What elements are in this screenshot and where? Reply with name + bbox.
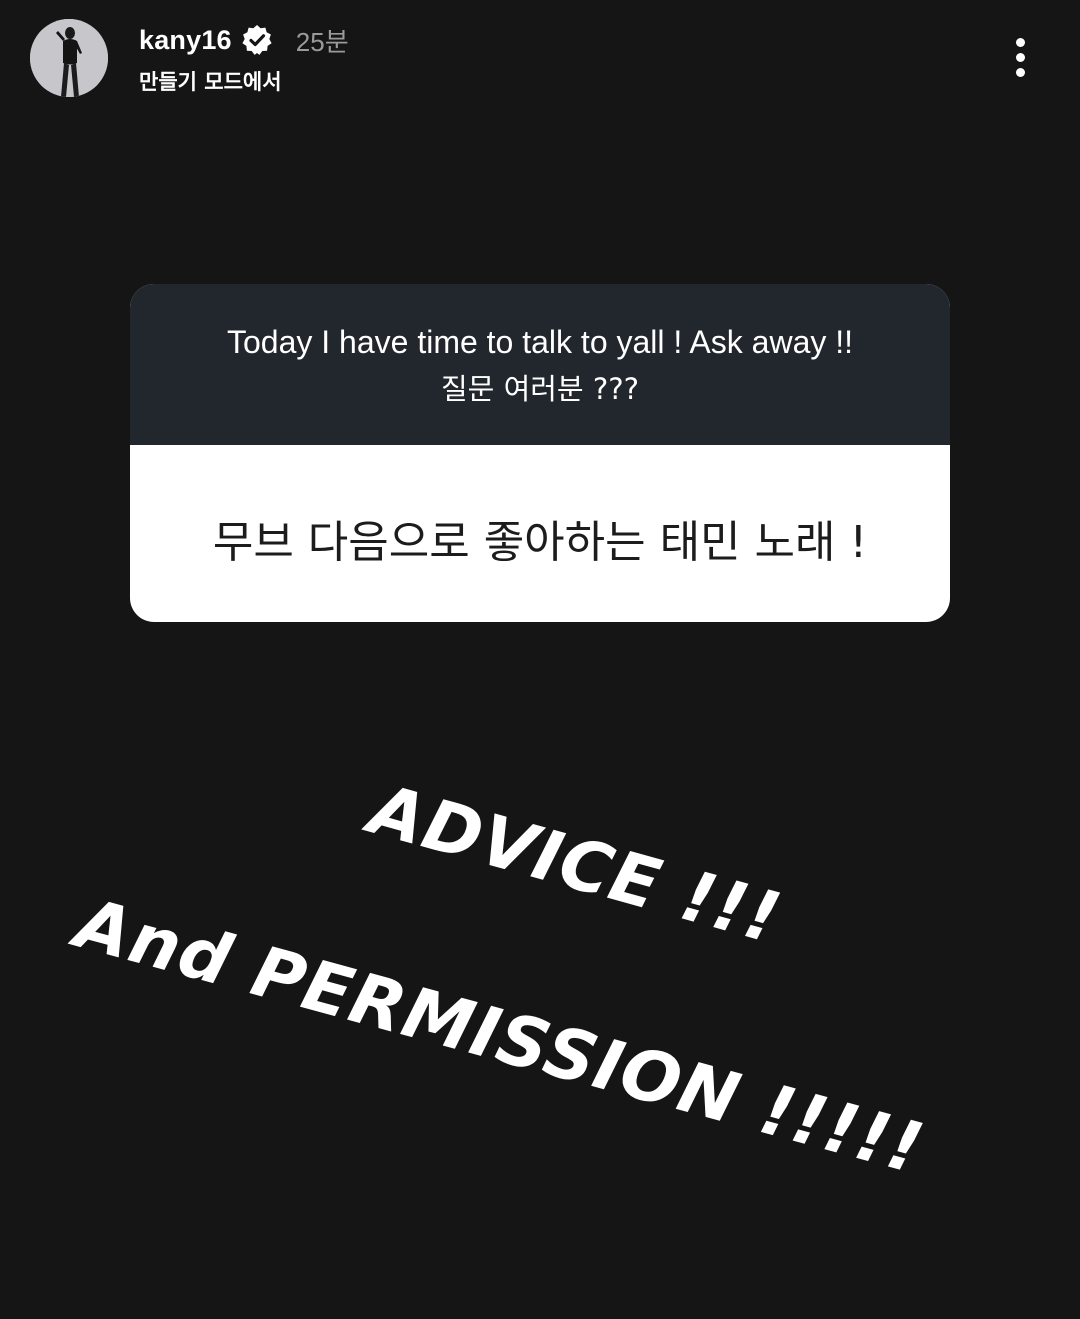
username[interactable]: kany16 bbox=[139, 25, 232, 56]
question-sticker-prompt: Today I have time to talk to yall ! Ask … bbox=[130, 284, 950, 445]
avatar[interactable] bbox=[30, 19, 108, 97]
verified-badge-icon bbox=[242, 25, 272, 55]
text-sticker-advice: ADVICE !!! bbox=[361, 768, 790, 960]
prompt-line-1: Today I have time to talk to yall ! Ask … bbox=[226, 324, 854, 360]
prompt-line-2: 질문 여러분 ??? bbox=[440, 372, 639, 406]
story-header: kany16 25분 만들기 모드에서 bbox=[0, 0, 1080, 110]
more-vertical-icon bbox=[1016, 38, 1025, 47]
more-options-button[interactable] bbox=[1000, 32, 1042, 82]
question-answer: 무브 다음으로 좋아하는 태민 노래 ! bbox=[212, 517, 868, 568]
question-sticker: Today I have time to talk to yall ! Ask … bbox=[130, 284, 950, 622]
story-viewer: kany16 25분 만들기 모드에서 Today I have time to… bbox=[0, 0, 1080, 1319]
user-line: kany16 25분 bbox=[139, 20, 349, 60]
text-sticker-permission: And PERMISSION !!!!! bbox=[67, 882, 933, 1191]
avatar-image bbox=[30, 19, 108, 97]
create-mode-label: 만들기 모드에서 bbox=[139, 70, 282, 94]
post-time: 25분 bbox=[295, 26, 349, 57]
